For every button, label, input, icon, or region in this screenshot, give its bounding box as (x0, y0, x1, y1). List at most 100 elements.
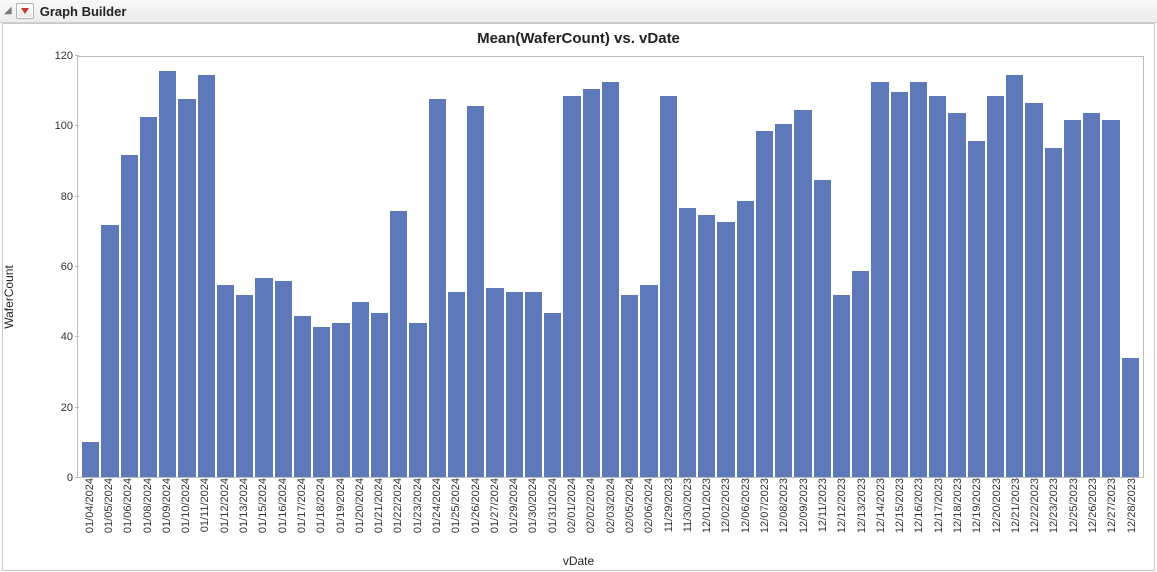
bar[interactable] (313, 327, 330, 477)
x-tick-label: 12/25/2023 (1068, 478, 1080, 533)
x-tick: 11/29/2023 (660, 478, 677, 552)
x-tick: 12/20/2023 (988, 478, 1005, 552)
x-tick-label: 12/07/2023 (759, 478, 771, 533)
x-tick: 12/06/2023 (737, 478, 754, 552)
bar[interactable] (852, 271, 869, 478)
bar[interactable] (544, 313, 561, 478)
x-tick-label: 01/17/2024 (296, 478, 308, 533)
bar[interactable] (352, 302, 369, 477)
chart-panel: Mean(WaferCount) vs. vDate WaferCount 02… (2, 23, 1155, 571)
x-tick-label: 12/06/2023 (740, 478, 752, 533)
bar[interactable] (429, 99, 446, 477)
plot-region[interactable]: 020406080100120 (51, 56, 1144, 478)
bar[interactable] (833, 295, 850, 477)
bar[interactable] (294, 316, 311, 477)
x-tick: 01/15/2024 (255, 478, 272, 552)
x-tick: 12/07/2023 (756, 478, 773, 552)
bar[interactable] (486, 288, 503, 477)
bar[interactable] (814, 180, 831, 478)
x-tick-label: 01/31/2024 (547, 478, 559, 533)
x-tick-label: 02/01/2024 (566, 478, 578, 533)
bar[interactable] (255, 278, 272, 478)
x-tick: 11/30/2023 (679, 478, 696, 552)
bar[interactable] (640, 285, 657, 478)
bar[interactable] (910, 82, 927, 478)
bar[interactable] (390, 211, 407, 477)
bar[interactable] (332, 323, 349, 477)
bar[interactable] (737, 201, 754, 478)
bar[interactable] (1006, 75, 1023, 478)
x-tick-label: 12/02/2023 (720, 478, 732, 533)
bar[interactable] (217, 285, 234, 478)
x-tick: 01/04/2024 (81, 478, 98, 552)
y-axis-ticks: 020406080100120 (51, 56, 75, 478)
x-tick-label: 12/09/2023 (798, 478, 810, 533)
bar[interactable] (82, 442, 99, 477)
plot-area[interactable] (77, 56, 1144, 478)
x-tick: 02/05/2024 (621, 478, 638, 552)
bar[interactable] (583, 89, 600, 478)
bar[interactable] (121, 155, 138, 477)
x-tick-label: 12/15/2023 (894, 478, 906, 533)
bar[interactable] (679, 208, 696, 477)
x-tick-label: 01/30/2024 (527, 478, 539, 533)
x-tick-label: 12/27/2023 (1106, 478, 1118, 533)
bar[interactable] (660, 96, 677, 478)
bar[interactable] (775, 124, 792, 478)
bar[interactable] (236, 295, 253, 477)
bar[interactable] (968, 141, 985, 477)
bar[interactable] (101, 225, 118, 477)
bar[interactable] (871, 82, 888, 478)
y-tick-label: 100 (49, 120, 73, 132)
x-tick: 01/24/2024 (428, 478, 445, 552)
bar[interactable] (563, 96, 580, 478)
bar[interactable] (140, 117, 157, 478)
x-tick: 01/19/2024 (332, 478, 349, 552)
bar[interactable] (1122, 358, 1139, 477)
bar[interactable] (891, 92, 908, 477)
x-tick: 12/19/2023 (969, 478, 986, 552)
disclosure-triangle-icon[interactable]: ◢ (4, 6, 12, 16)
x-tick-label: 12/17/2023 (933, 478, 945, 533)
bar[interactable] (1102, 120, 1119, 477)
bar[interactable] (525, 292, 542, 478)
bar[interactable] (198, 75, 215, 478)
x-tick-label: 01/09/2024 (161, 478, 173, 533)
bar[interactable] (275, 281, 292, 477)
bar[interactable] (159, 71, 176, 477)
x-tick-label: 01/27/2024 (489, 478, 501, 533)
x-axis-ticks: 01/04/202401/05/202401/06/202401/08/2024… (77, 478, 1144, 552)
x-tick: 01/26/2024 (467, 478, 484, 552)
graph-builder-menu-button[interactable] (16, 3, 34, 19)
x-tick: 12/26/2023 (1084, 478, 1101, 552)
bar[interactable] (794, 110, 811, 478)
bar[interactable] (948, 113, 965, 477)
bar[interactable] (1025, 103, 1042, 478)
x-tick: 01/31/2024 (544, 478, 561, 552)
bar[interactable] (506, 292, 523, 478)
bar[interactable] (1064, 120, 1081, 477)
x-tick-label: 12/18/2023 (952, 478, 964, 533)
bar[interactable] (467, 106, 484, 477)
bar[interactable] (1083, 113, 1100, 477)
bar[interactable] (448, 292, 465, 478)
x-tick-label: 12/21/2023 (1010, 478, 1022, 533)
x-tick: 01/10/2024 (177, 478, 194, 552)
x-tick: 02/01/2024 (563, 478, 580, 552)
x-tick: 12/15/2023 (891, 478, 908, 552)
bar[interactable] (756, 131, 773, 478)
bar[interactable] (1045, 148, 1062, 477)
bar[interactable] (602, 82, 619, 478)
bar[interactable] (987, 96, 1004, 478)
bar[interactable] (371, 313, 388, 478)
bar[interactable] (621, 295, 638, 477)
bar[interactable] (409, 323, 426, 477)
y-tick-label: 60 (49, 261, 73, 273)
bar[interactable] (698, 215, 715, 478)
x-tick: 12/28/2023 (1123, 478, 1140, 552)
bar[interactable] (929, 96, 946, 478)
bar[interactable] (178, 99, 195, 477)
bar[interactable] (717, 222, 734, 478)
x-tick-label: 01/23/2024 (412, 478, 424, 533)
x-tick: 01/08/2024 (139, 478, 156, 552)
